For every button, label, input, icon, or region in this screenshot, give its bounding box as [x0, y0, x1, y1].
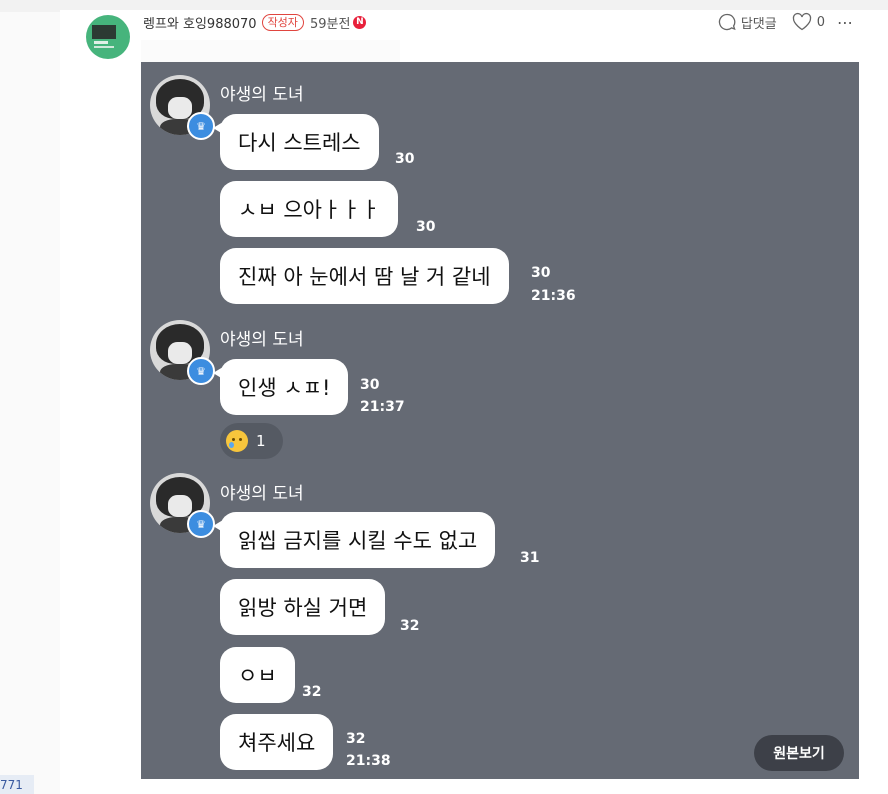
heart-icon [792, 12, 811, 31]
new-badge: N [353, 15, 367, 29]
author-badge: 작성자 [261, 13, 304, 31]
chat-screenshot-image[interactable]: ♛ 야생의 도녀 다시 스트레스 30 ㅅㅂ 으아ㅏㅏㅏ 30 진짜 아 눈에서… [141, 62, 859, 779]
chat-bubble: ㅅㅂ 으아ㅏㅏㅏ [220, 181, 398, 237]
speech-bubble-icon [718, 13, 736, 31]
chat-bubble: 다시 스트레스 [213, 114, 379, 170]
chat-bubble: 읽씹 금지를 시킬 수도 없고 [212, 512, 496, 568]
read-count: 32 [346, 731, 366, 747]
read-count: 32 [302, 684, 322, 700]
chat-bubble: ㅇㅂ [220, 647, 295, 703]
reaction-chip: 1 [220, 423, 283, 459]
crown-icon: ♛ [187, 357, 215, 385]
chat-sender-name: 야생의 도녀 [220, 484, 304, 504]
crying-face-icon [226, 430, 248, 452]
comment-actions: 답댓글 0 ⋯ [717, 11, 854, 33]
chat-bubble: 인생 ㅅㅍ! [212, 359, 349, 415]
like-button[interactable]: 0 [791, 12, 825, 32]
more-options-button[interactable]: ⋯ [837, 13, 854, 32]
message-time: 21:36 [531, 288, 576, 304]
comment-time: 59분전 [309, 16, 351, 32]
chat-sender-name: 야생의 도녀 [220, 85, 304, 105]
read-count: 32 [400, 618, 420, 634]
chat-bubble: 쳐주세요 [220, 714, 334, 770]
read-count: 30 [395, 151, 415, 167]
chat-bubble: 진짜 아 눈에서 땀 날 거 같네 [220, 248, 509, 304]
read-count: 30 [531, 265, 551, 281]
reaction-count: 1 [256, 432, 266, 450]
commenter-avatar[interactable] [86, 15, 130, 59]
read-count: 30 [360, 377, 380, 393]
crown-icon: ♛ [187, 510, 215, 538]
comment-text-hidden [141, 40, 400, 62]
view-original-button[interactable]: 원본보기 [754, 735, 844, 771]
sidebar-number[interactable]: 771 [0, 775, 34, 794]
message-time: 21:37 [360, 399, 405, 415]
chat-sender-name: 야생의 도녀 [220, 330, 304, 350]
like-count: 0 [816, 14, 825, 30]
comment-author[interactable]: 렝프와 호잉988070 [143, 13, 257, 32]
message-time: 21:38 [346, 753, 391, 769]
read-count: 30 [416, 219, 436, 235]
read-count: 31 [520, 550, 540, 566]
chat-bubble: 읽방 하실 거면 [220, 579, 386, 635]
reply-label: 답댓글 [740, 16, 777, 32]
crown-icon: ♛ [187, 112, 215, 140]
comment-meta: 렝프와 호잉988070 작성자 59분전 N [143, 12, 367, 32]
reply-button[interactable]: 답댓글 [717, 12, 777, 32]
